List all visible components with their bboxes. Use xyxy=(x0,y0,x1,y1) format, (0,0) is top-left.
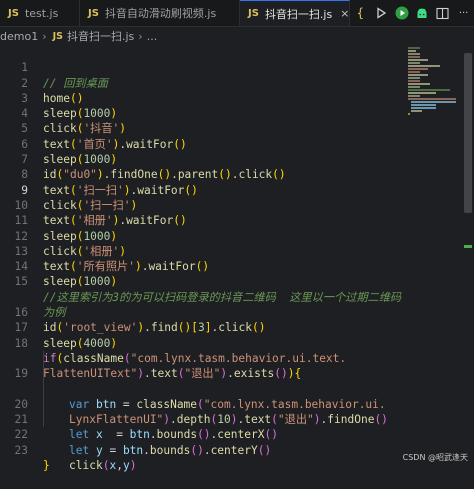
token-variable: btn xyxy=(122,443,144,457)
more-actions-icon[interactable]: ··· xyxy=(457,6,471,20)
breadcrumb-folder[interactable]: demo1 xyxy=(0,30,38,43)
token-brace: } xyxy=(43,459,50,473)
token-dot: . xyxy=(143,443,150,457)
tab-label: 抖音自动滑动刷视频.js xyxy=(104,7,217,20)
scrollbar-thumb[interactable] xyxy=(464,53,472,213)
tab-douyin-auto-scroll[interactable]: JS 抖音自动滑动刷视频.js xyxy=(80,0,240,26)
code-line[interactable]: 12 click('相册') xyxy=(0,213,474,258)
chevron-right-icon: › xyxy=(42,29,47,43)
android-icon[interactable] xyxy=(415,6,429,20)
braces-icon[interactable]: { xyxy=(353,6,367,20)
indent-guide xyxy=(43,396,44,413)
code-line[interactable]: 2 home() xyxy=(0,60,474,105)
editor-actions: { ··· xyxy=(350,0,474,26)
split-editor-icon[interactable] xyxy=(436,6,450,20)
token-dot: . xyxy=(203,443,211,457)
minimap[interactable] xyxy=(406,45,460,125)
tab-test-js[interactable]: JS test.js xyxy=(0,0,80,26)
code-editor[interactable]: 1 // 回到桌面 2 home() 3 sleep(1000) 4 click… xyxy=(0,45,474,472)
code-line[interactable]: 22 click(x,y) xyxy=(0,412,474,472)
code-line-wrap[interactable]: FlattenUIText").text("退出").exists()){ xyxy=(0,336,474,380)
tab-bar: JS test.js JS 抖音自动滑动刷视频.js JS 抖音扫一扫.js ×… xyxy=(0,0,474,27)
line-code: let y = btn.bounds().centerY() xyxy=(69,443,271,458)
code-line[interactable]: 16 id('root_view').find()[3].click() xyxy=(0,290,474,334)
token-function: centerY xyxy=(210,443,258,457)
code-line[interactable]: 19 var btn = className("com.lynx.tasm.be… xyxy=(0,351,474,411)
token-function: bounds xyxy=(149,443,191,457)
js-file-icon: JS xyxy=(88,7,99,19)
token-paren: () xyxy=(257,443,272,457)
code-line[interactable]: 13 text('所有照片').waitFor() xyxy=(0,229,474,273)
code-line[interactable]: 3 sleep(1000) xyxy=(0,76,474,120)
close-tab-icon[interactable]: × xyxy=(340,7,349,20)
code-line[interactable]: 7 id("du0").findOne().parent().click() xyxy=(0,137,474,181)
js-file-icon: JS xyxy=(8,7,19,19)
token-keyword: let xyxy=(69,443,90,457)
token-operator: = xyxy=(102,443,123,457)
tab-douyin-scan[interactable]: JS 抖音扫一扫.js × xyxy=(240,0,350,26)
tab-label: 抖音扫一扫.js xyxy=(264,7,333,21)
token-paren: () xyxy=(190,443,204,457)
line-code: } xyxy=(43,458,50,473)
run-icon[interactable] xyxy=(374,6,388,20)
breadcrumb: demo1 › JS 抖音扫一扫.js › ... xyxy=(0,27,474,45)
tab-label: test.js xyxy=(24,6,59,20)
code-line[interactable]: 15 //这里索引为3的为可以扫码登录的抖音二维码 这里以一个过期二维码 xyxy=(0,259,474,303)
indent-guide xyxy=(43,412,44,428)
code-line-wrap[interactable]: 为例 xyxy=(0,275,474,319)
token-paren: ) xyxy=(129,459,137,473)
code-line[interactable]: 14 sleep(1000) xyxy=(0,244,474,288)
token-variable: y xyxy=(122,459,130,473)
watermark: CSDN @昭武逢天 xyxy=(402,453,468,462)
line-code: click(x,y) xyxy=(69,458,136,473)
line-number: 23 xyxy=(14,443,28,457)
code-line[interactable]: 4 click('抖音') xyxy=(0,91,474,135)
vertical-scrollbar[interactable] xyxy=(462,45,474,467)
code-line[interactable]: 11 sleep(1000) xyxy=(0,198,474,242)
code-line[interactable]: 23 } xyxy=(0,428,474,472)
chevron-right-icon: › xyxy=(138,29,143,43)
code-line[interactable]: 18 if(className("com.lynx.tasm.behavior.… xyxy=(0,320,474,365)
code-line[interactable]: 21 let y = btn.bounds().centerY() xyxy=(0,396,474,457)
js-file-icon: JS xyxy=(52,30,63,42)
token-variable: y xyxy=(95,443,103,457)
code-line[interactable]: 6 sleep(1000) xyxy=(0,122,474,166)
token-comma: , xyxy=(116,459,123,473)
code-line[interactable]: 5 text('首页').waitFor() xyxy=(0,106,474,150)
indent-guide xyxy=(43,381,44,397)
breadcrumb-file[interactable]: 抖音扫一扫.js xyxy=(67,28,134,44)
run-on-device-icon[interactable] xyxy=(395,6,409,20)
token-function: click xyxy=(69,459,103,473)
code-line[interactable]: 1 // 回到桌面 xyxy=(0,45,474,89)
code-line[interactable]: 8 text('扫一扫').waitFor() xyxy=(0,152,474,196)
change-marker xyxy=(464,245,472,248)
breadcrumb-symbols[interactable]: ... xyxy=(147,30,158,43)
code-line[interactable]: 10 text('相册').waitFor() xyxy=(0,183,474,227)
js-file-icon: JS xyxy=(248,8,259,19)
code-line-wrap[interactable]: LynxFlattenUI").depth(10).text("退出").fin… xyxy=(0,366,474,426)
indent-guide xyxy=(43,351,44,367)
code-line[interactable]: 20 let x = btn.bounds().centerX() xyxy=(0,381,474,441)
indent-guide xyxy=(43,366,44,382)
code-line[interactable]: 17 sleep(4000) xyxy=(0,305,474,349)
code-line-current[interactable]: 9 click('扫一扫') xyxy=(0,167,474,212)
